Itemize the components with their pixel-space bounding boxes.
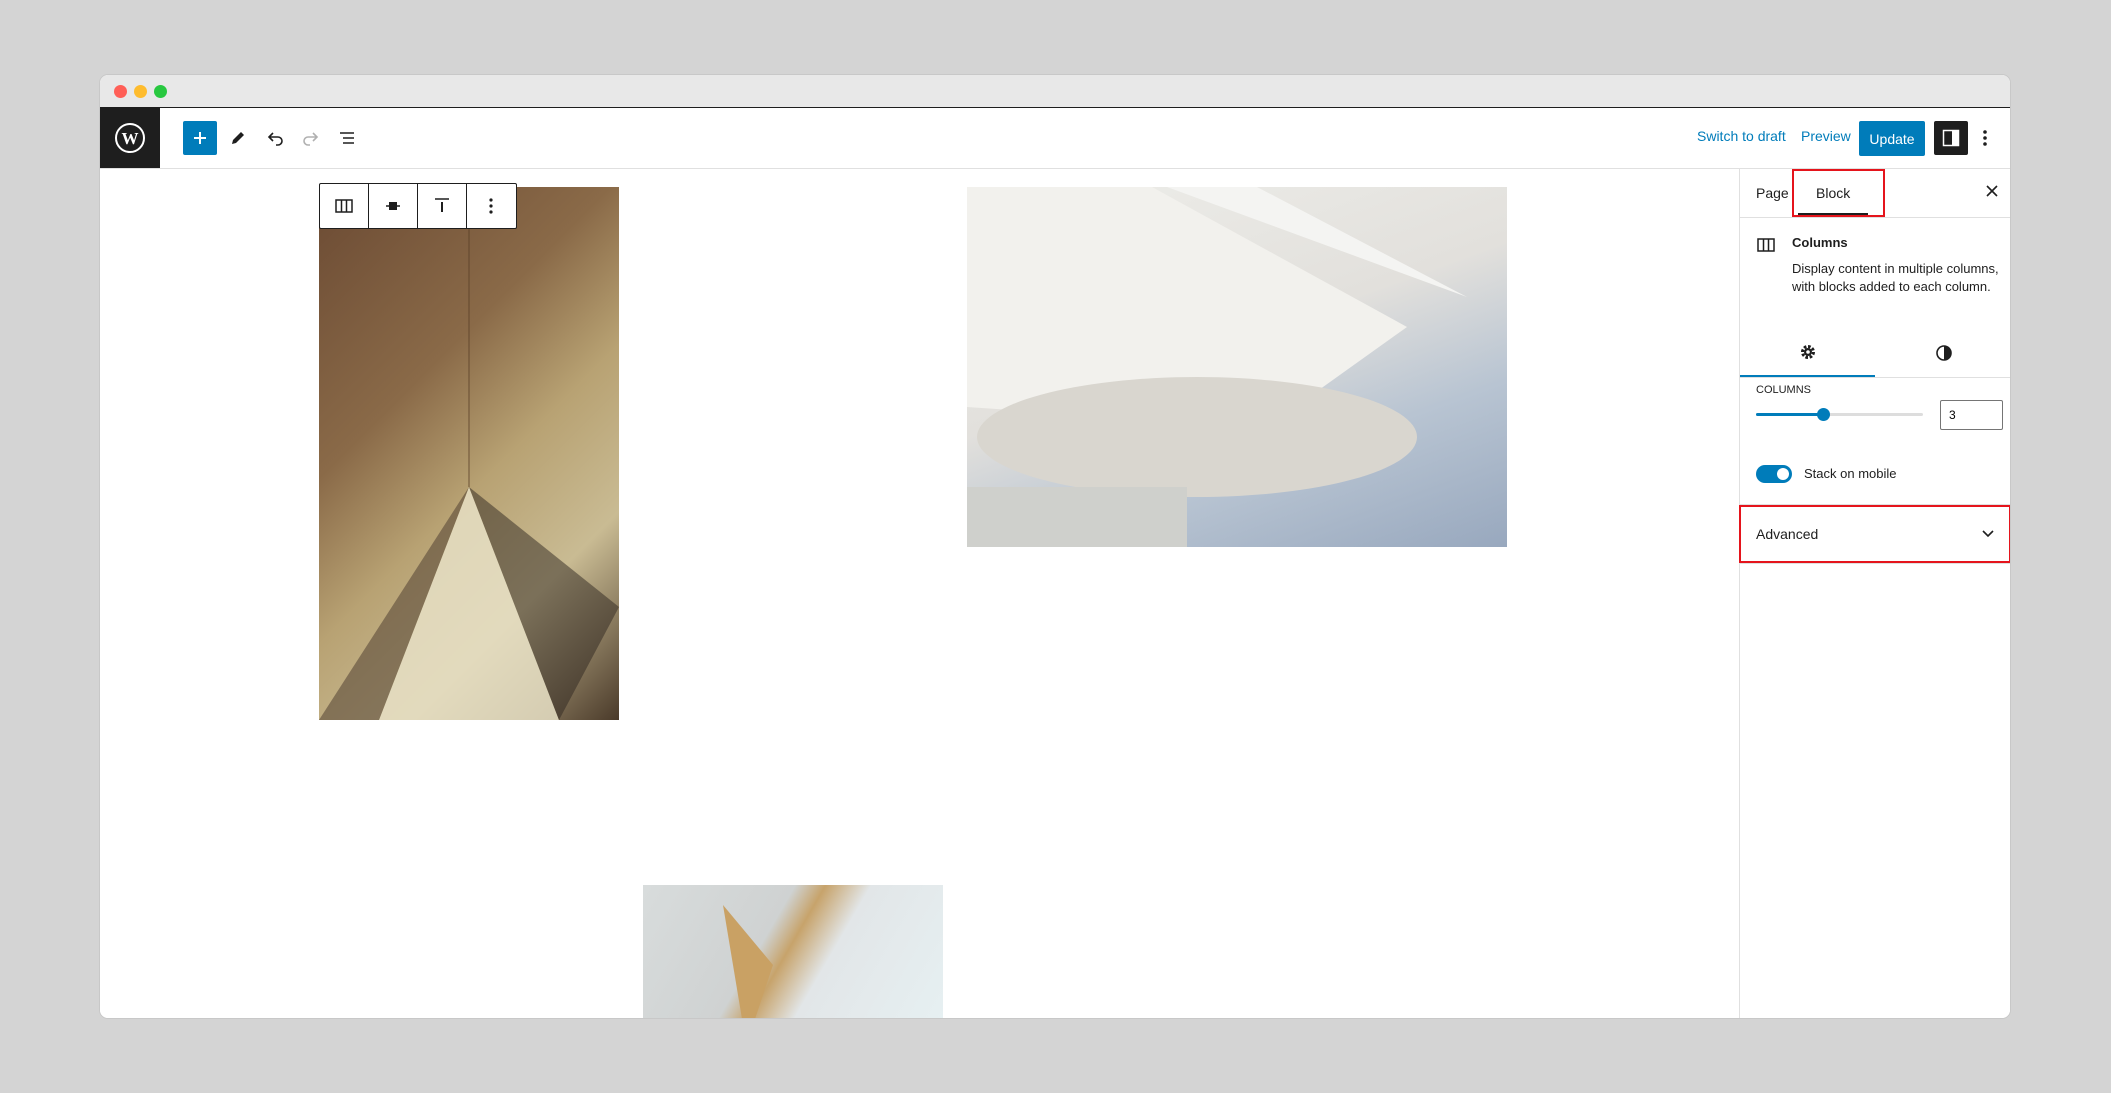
- undo-button[interactable]: [258, 121, 292, 155]
- tab-page[interactable]: Page: [1756, 185, 1789, 201]
- close-sidebar-button[interactable]: [1982, 181, 2002, 201]
- sidebar-icon: [1942, 129, 1960, 147]
- align-button[interactable]: [369, 184, 418, 228]
- editor-toolbar: W Switch to draft Preview Update: [100, 108, 2010, 169]
- vertical-align-button[interactable]: [418, 184, 467, 228]
- columns-icon: [335, 199, 353, 213]
- half-circle-contrast-icon: [1935, 345, 1952, 361]
- window-titlebar: [100, 75, 2010, 108]
- divider: [1740, 563, 2010, 564]
- editor-canvas: [100, 169, 1738, 1018]
- divider: [1740, 217, 2010, 218]
- pencil-icon: [232, 132, 244, 144]
- columns-icon: [1757, 238, 1775, 252]
- column-image-tower[interactable]: [643, 885, 943, 1018]
- redo-button[interactable]: [294, 121, 328, 155]
- block-toolbar: [319, 183, 517, 229]
- concrete-architecture-image: [319, 187, 619, 720]
- columns-slider-thumb[interactable]: [1816, 408, 1830, 421]
- redo-icon: [303, 132, 319, 146]
- settings-toggle-button[interactable]: [1934, 121, 1968, 155]
- document-overview-button[interactable]: [330, 121, 364, 155]
- stack-on-mobile-toggle[interactable]: [1756, 465, 1792, 483]
- align-center-icon: [386, 202, 400, 210]
- update-button[interactable]: Update: [1859, 121, 1925, 156]
- svg-text:W: W: [122, 129, 139, 148]
- white-building-image: [967, 187, 1467, 547]
- list-view-icon: [340, 132, 354, 144]
- tools-button[interactable]: [221, 121, 255, 155]
- block-card-description: Display content in multiple columns, wit…: [1792, 261, 1999, 294]
- divider: [1740, 377, 2010, 378]
- tab-styles[interactable]: [1876, 329, 2010, 377]
- block-options-button[interactable]: [467, 184, 515, 228]
- options-button[interactable]: [1970, 121, 2000, 155]
- advanced-panel-toggle[interactable]: Advanced: [1739, 505, 2010, 563]
- block-card-title: Columns: [1792, 235, 1848, 250]
- columns-number-input[interactable]: [1940, 400, 2003, 430]
- toggle-knob: [1777, 468, 1789, 480]
- column-image-concrete[interactable]: [319, 187, 619, 720]
- wordpress-logo-button[interactable]: W: [100, 108, 160, 168]
- gear-icon: [1800, 345, 1815, 359]
- close-icon: [1986, 185, 1998, 197]
- settings-sidebar: Page Block Columns Display content in mu…: [1739, 169, 2010, 1018]
- maximize-window-button[interactable]: [154, 85, 167, 98]
- tab-settings[interactable]: [1740, 329, 1875, 377]
- block-type-button[interactable]: [320, 184, 369, 228]
- align-top-icon: [435, 198, 449, 212]
- close-window-button[interactable]: [114, 85, 127, 98]
- undo-icon: [267, 132, 283, 146]
- columns-label: Columns: [1756, 384, 1812, 396]
- add-block-button[interactable]: [183, 121, 217, 155]
- more-vertical-icon: [489, 198, 493, 214]
- white-tower-image: [723, 905, 773, 1018]
- column-image-building[interactable]: [967, 187, 1507, 547]
- more-vertical-icon: [1983, 130, 1987, 146]
- browser-window: W Switch to draft Preview Update Page Bl…: [100, 75, 2010, 1018]
- preview-button[interactable]: Preview: [1801, 128, 1851, 144]
- stack-on-mobile-label: Stack on mobile: [1804, 466, 1897, 481]
- advanced-highlight: [1739, 505, 2010, 563]
- wordpress-icon: W: [115, 123, 145, 153]
- minimize-window-button[interactable]: [134, 85, 147, 98]
- plus-icon: [194, 132, 206, 144]
- columns-slider[interactable]: [1756, 408, 1923, 421]
- block-tab-highlight: [1792, 169, 1885, 217]
- switch-to-draft-button[interactable]: Switch to draft: [1697, 128, 1786, 144]
- columns-slider-fill: [1756, 413, 1823, 416]
